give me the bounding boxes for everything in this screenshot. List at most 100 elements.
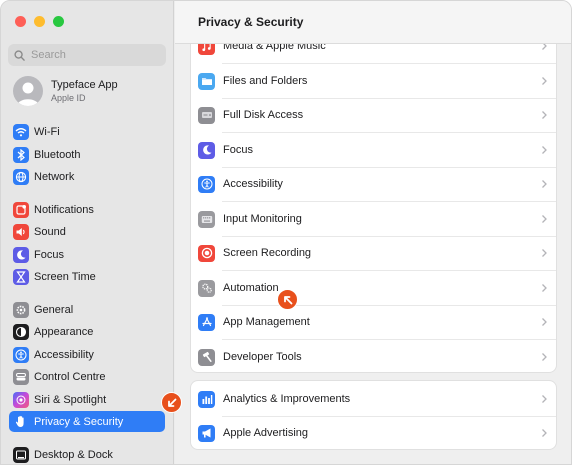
sidebar-item-label: Appearance bbox=[34, 325, 94, 338]
siri-icon bbox=[13, 391, 29, 408]
sidebar-item-focus[interactable]: Focus bbox=[9, 244, 165, 265]
sidebar-item-notifications[interactable]: Notifications bbox=[9, 199, 165, 220]
sidebar-item-label: General bbox=[34, 303, 74, 316]
gear-icon bbox=[13, 301, 29, 318]
main-pane: Privacy & Security Media & Apple Music F… bbox=[175, 1, 571, 464]
search-placeholder: Search bbox=[31, 49, 66, 61]
row-label: Screen Recording bbox=[223, 247, 312, 259]
search-icon bbox=[14, 49, 25, 61]
sidebar-item-label: Notifications bbox=[34, 203, 94, 216]
chevron-right-icon bbox=[542, 429, 547, 437]
sidebar-item-label: Accessibility bbox=[34, 348, 94, 361]
accessibility-icon bbox=[198, 175, 215, 193]
sidebar-item-label: Focus bbox=[34, 248, 64, 261]
row-label: Accessibility bbox=[223, 178, 283, 190]
row-accessibility[interactable]: Accessibility bbox=[191, 167, 556, 201]
speaker-icon bbox=[13, 223, 29, 240]
row-apple-advertising[interactable]: Apple Advertising bbox=[191, 416, 556, 449]
bluetooth-icon bbox=[13, 146, 29, 163]
sidebar-item-label: Desktop & Dock bbox=[34, 448, 113, 461]
row-analytics-improvements[interactable]: Analytics & Improvements bbox=[191, 382, 556, 416]
row-app-management[interactable]: App Management bbox=[191, 305, 556, 339]
chevron-right-icon bbox=[542, 249, 547, 257]
sidebar-item-label: Wi-Fi bbox=[34, 125, 60, 138]
privacy-permissions-group: Media & Apple Music Files and Folders Fu… bbox=[190, 25, 557, 373]
row-label: Analytics & Improvements bbox=[223, 393, 351, 405]
sidebar-item-wifi[interactable]: Wi-Fi bbox=[9, 121, 165, 142]
window-controls bbox=[15, 16, 64, 27]
sidebar-item-label: Control Centre bbox=[34, 370, 106, 383]
accessibility-icon bbox=[13, 346, 29, 363]
chevron-right-icon bbox=[542, 284, 547, 292]
sidebar-item-screen-time[interactable]: Screen Time bbox=[9, 266, 165, 287]
page-title: Privacy & Security bbox=[198, 15, 304, 29]
chevron-right-icon bbox=[542, 318, 547, 326]
sidebar: Search Typeface App Apple ID Wi-Fi Bluet… bbox=[1, 1, 174, 464]
sidebar-item-general[interactable]: General bbox=[9, 299, 165, 320]
sidebar-item-accessibility[interactable]: Accessibility bbox=[9, 344, 165, 365]
sidebar-item-label: Privacy & Security bbox=[34, 415, 124, 428]
row-label: Developer Tools bbox=[223, 351, 302, 363]
sidebar-item-network[interactable]: Network bbox=[9, 166, 165, 187]
analytics-group: Analytics & Improvements Apple Advertisi… bbox=[190, 380, 557, 450]
close-button[interactable] bbox=[15, 16, 26, 27]
appearance-icon bbox=[13, 323, 29, 340]
app-store-icon bbox=[198, 313, 215, 331]
sidebar-item-siri-spotlight[interactable]: Siri & Spotlight bbox=[9, 389, 165, 410]
zoom-button[interactable] bbox=[53, 16, 64, 27]
chevron-right-icon bbox=[542, 77, 547, 85]
titlebar: Privacy & Security bbox=[175, 1, 571, 44]
globe-icon bbox=[13, 168, 29, 185]
profile-subtitle: Apple ID bbox=[51, 92, 86, 103]
row-label: Input Monitoring bbox=[223, 213, 302, 225]
avatar bbox=[13, 76, 43, 106]
sidebar-item-label: Siri & Spotlight bbox=[34, 393, 107, 406]
sidebar-item-label: Screen Time bbox=[34, 270, 96, 283]
settings-window: Search Typeface App Apple ID Wi-Fi Bluet… bbox=[0, 0, 572, 465]
megaphone-icon bbox=[198, 424, 215, 442]
apple-id-profile[interactable]: Typeface App Apple ID bbox=[13, 76, 118, 106]
row-label: Full Disk Access bbox=[223, 109, 304, 121]
sidebar-item-bluetooth[interactable]: Bluetooth bbox=[9, 144, 165, 165]
wifi-icon bbox=[13, 123, 29, 140]
sidebar-item-sound[interactable]: Sound bbox=[9, 221, 165, 242]
analytics-icon bbox=[198, 390, 215, 408]
keyboard-icon bbox=[198, 210, 215, 228]
hammer-icon bbox=[198, 348, 215, 366]
record-icon bbox=[198, 244, 215, 262]
sidebar-item-appearance[interactable]: Appearance bbox=[9, 321, 165, 342]
row-label: App Management bbox=[223, 316, 310, 328]
moon-icon bbox=[198, 141, 215, 159]
row-label: Automation bbox=[223, 282, 279, 294]
sidebar-item-privacy-security[interactable]: Privacy & Security bbox=[9, 411, 165, 432]
sidebar-item-label: Sound bbox=[34, 225, 66, 238]
row-screen-recording[interactable]: Screen Recording bbox=[191, 236, 556, 270]
folder-icon bbox=[198, 72, 215, 90]
chevron-right-icon bbox=[542, 146, 547, 154]
chevron-right-icon bbox=[542, 111, 547, 119]
chevron-right-icon bbox=[542, 353, 547, 361]
chevron-right-icon bbox=[542, 215, 547, 223]
row-developer-tools[interactable]: Developer Tools bbox=[191, 340, 556, 372]
gears-icon bbox=[198, 279, 215, 297]
chevron-right-icon bbox=[542, 180, 547, 188]
sidebar-item-control-centre[interactable]: Control Centre bbox=[9, 366, 165, 387]
sidebar-item-label: Bluetooth bbox=[34, 148, 81, 161]
profile-name: Typeface App bbox=[51, 78, 118, 91]
minimize-button[interactable] bbox=[34, 16, 45, 27]
row-full-disk-access[interactable]: Full Disk Access bbox=[191, 98, 556, 132]
disk-icon bbox=[198, 106, 215, 124]
row-automation[interactable]: Automation bbox=[191, 271, 556, 305]
row-focus[interactable]: Focus bbox=[191, 133, 556, 167]
row-input-monitoring[interactable]: Input Monitoring bbox=[191, 202, 556, 236]
row-files-folders[interactable]: Files and Folders bbox=[191, 64, 556, 98]
pointer-arrow-up-left-icon bbox=[277, 289, 298, 310]
chevron-right-icon bbox=[542, 395, 547, 403]
search-input[interactable]: Search bbox=[8, 44, 166, 66]
row-label: Apple Advertising bbox=[223, 427, 308, 439]
control-centre-icon bbox=[13, 368, 29, 385]
sidebar-item-desktop-dock[interactable]: Desktop & Dock bbox=[9, 444, 165, 464]
hand-icon bbox=[13, 413, 29, 430]
row-label: Focus bbox=[223, 144, 253, 156]
dock-icon bbox=[13, 446, 29, 463]
